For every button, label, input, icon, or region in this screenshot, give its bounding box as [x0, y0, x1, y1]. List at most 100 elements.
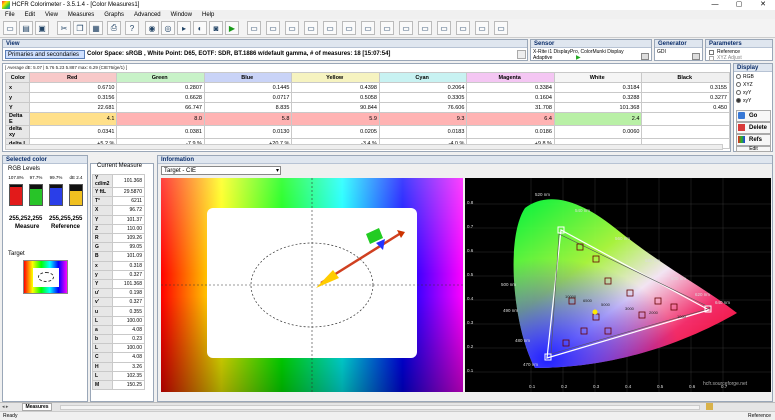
- help-icon[interactable]: ?: [125, 21, 139, 35]
- table-cell[interactable]: 0.0341: [28, 125, 118, 139]
- table-cell[interactable]: 0.0060: [553, 125, 643, 139]
- table-cell[interactable]: 0.5058: [291, 92, 380, 103]
- graph-window-14-icon[interactable]: ▭: [494, 21, 508, 35]
- table-cell[interactable]: 0.0183: [378, 125, 468, 139]
- table-cell[interactable]: 0.3155: [641, 82, 730, 93]
- column-header-black[interactable]: Black: [641, 72, 730, 83]
- xyz-adjust-checkbox[interactable]: [709, 56, 714, 61]
- table-cell[interactable]: 0.3184: [553, 82, 643, 93]
- save-icon[interactable]: ▣: [35, 21, 49, 35]
- graph-window-8-icon[interactable]: ▭: [380, 21, 394, 35]
- display-option[interactable]: xyY: [736, 90, 770, 98]
- menu-view[interactable]: View: [40, 12, 63, 18]
- table-cell[interactable]: 0.4398: [291, 82, 380, 93]
- menu-edit[interactable]: Edit: [20, 12, 40, 18]
- table-cell[interactable]: 8.835: [203, 102, 293, 113]
- play-icon[interactable]: ▶: [225, 21, 239, 35]
- target-select[interactable]: Target - CIE ▾: [161, 166, 281, 175]
- maximize-button[interactable]: ▢: [727, 0, 751, 10]
- column-header-white[interactable]: White: [553, 72, 643, 83]
- tab-measures[interactable]: Measures: [22, 403, 52, 411]
- table-cell[interactable]: 31.708: [466, 102, 555, 113]
- edit-button[interactable]: Edit: [736, 146, 771, 152]
- table-cell[interactable]: 9.3: [378, 112, 468, 126]
- menu-graphs[interactable]: Graphs: [99, 12, 129, 18]
- display-option[interactable]: XYZ: [736, 82, 770, 90]
- column-header-green[interactable]: Green: [116, 72, 205, 83]
- paste-icon[interactable]: ▦: [89, 21, 103, 35]
- table-cell[interactable]: 0.2807: [116, 82, 205, 93]
- table-cell[interactable]: 22.681: [28, 102, 118, 113]
- table-cell[interactable]: [641, 125, 730, 139]
- table-cell[interactable]: 0.0381: [116, 125, 205, 139]
- table-cell[interactable]: 0.0186: [466, 125, 555, 139]
- graph-window-4-icon[interactable]: ▭: [304, 21, 318, 35]
- column-header-magenta[interactable]: Magenta: [466, 72, 555, 83]
- graph-window-7-icon[interactable]: ▭: [361, 21, 375, 35]
- horizontal-scrollbar[interactable]: [60, 405, 700, 410]
- minimize-button[interactable]: —: [703, 0, 727, 10]
- graph-window-1-icon[interactable]: ▭: [247, 21, 261, 35]
- measure-icon[interactable]: ▸: [177, 21, 191, 35]
- table-cell[interactable]: 0.6710: [28, 82, 118, 93]
- table-cell[interactable]: 0.0717: [203, 92, 293, 103]
- graph-window-5-icon[interactable]: ▭: [323, 21, 337, 35]
- table-cell[interactable]: 0.6628: [116, 92, 205, 103]
- table-cell[interactable]: 0.1445: [203, 82, 293, 93]
- table-cell[interactable]: 6.4: [466, 112, 555, 126]
- column-header-yellow[interactable]: Yellow: [291, 72, 380, 83]
- table-cell[interactable]: 0.450: [641, 102, 730, 113]
- table-cell[interactable]: 76.606: [378, 102, 468, 113]
- column-header-color[interactable]: Color: [5, 72, 30, 83]
- tab-nav-icon[interactable]: ◂ ▸: [2, 404, 8, 410]
- table-cell[interactable]: 0.3384: [466, 82, 555, 93]
- copy-icon[interactable]: ❐: [73, 21, 87, 35]
- table-cell[interactable]: [641, 112, 730, 126]
- column-header-blue[interactable]: Blue: [203, 72, 293, 83]
- column-header-cyan[interactable]: Cyan: [378, 72, 468, 83]
- table-cell[interactable]: 0.0205: [291, 125, 380, 139]
- close-button[interactable]: ✕: [751, 0, 775, 10]
- graph-window-6-icon[interactable]: ▭: [342, 21, 356, 35]
- table-cell[interactable]: 101.368: [553, 102, 643, 113]
- graph-window-11-icon[interactable]: ▭: [437, 21, 451, 35]
- table-cell[interactable]: 5.8: [203, 112, 293, 126]
- measures-scrollbar[interactable]: [5, 144, 723, 150]
- table-cell[interactable]: 0.0130: [203, 125, 293, 139]
- menu-window[interactable]: Window: [166, 12, 197, 18]
- menu-help[interactable]: Help: [197, 12, 219, 18]
- column-header-red[interactable]: Red: [28, 72, 118, 83]
- cut-icon[interactable]: ✂: [57, 21, 71, 35]
- sensor-config-icon[interactable]: [641, 53, 649, 60]
- generator-config-icon[interactable]: [692, 53, 700, 60]
- table-cell[interactable]: 0.3288: [553, 92, 643, 103]
- sensor-icon[interactable]: ◉: [145, 21, 159, 35]
- graph-window-12-icon[interactable]: ▭: [456, 21, 470, 35]
- table-cell[interactable]: 0.3277: [641, 92, 730, 103]
- view-select[interactable]: Primaries and secondaries: [5, 50, 85, 59]
- graph-window-3-icon[interactable]: ▭: [285, 21, 299, 35]
- table-cell[interactable]: 90.844: [291, 102, 380, 113]
- table-cell[interactable]: 5.9: [291, 112, 380, 126]
- print-icon[interactable]: ⎙: [107, 21, 121, 35]
- graph-window-9-icon[interactable]: ▭: [399, 21, 413, 35]
- open-icon[interactable]: ▤: [19, 21, 33, 35]
- sensor-play-icon[interactable]: ▶: [576, 54, 581, 61]
- table-cell[interactable]: 0.3305: [378, 92, 468, 103]
- table-cell[interactable]: 0.2064: [378, 82, 468, 93]
- camera-icon[interactable]: ◙: [209, 21, 223, 35]
- display-option[interactable]: RGB: [736, 74, 770, 82]
- graph-window-13-icon[interactable]: ▭: [475, 21, 489, 35]
- view-scroll-icon[interactable]: [517, 50, 526, 59]
- table-cell[interactable]: 0.3156: [28, 92, 118, 103]
- table-cell[interactable]: 2.4: [553, 112, 643, 126]
- table-cell[interactable]: 0.1604: [466, 92, 555, 103]
- reference-checkbox[interactable]: [709, 50, 714, 55]
- target-icon[interactable]: ◐: [193, 21, 207, 35]
- new-icon[interactable]: ▭: [3, 21, 17, 35]
- generator-value[interactable]: GDI: [657, 49, 666, 55]
- display-option[interactable]: xyY: [736, 98, 770, 106]
- graph-window-10-icon[interactable]: ▭: [418, 21, 432, 35]
- sensor-mode[interactable]: Adaptive: [533, 55, 552, 61]
- menu-advanced[interactable]: Advanced: [129, 12, 166, 18]
